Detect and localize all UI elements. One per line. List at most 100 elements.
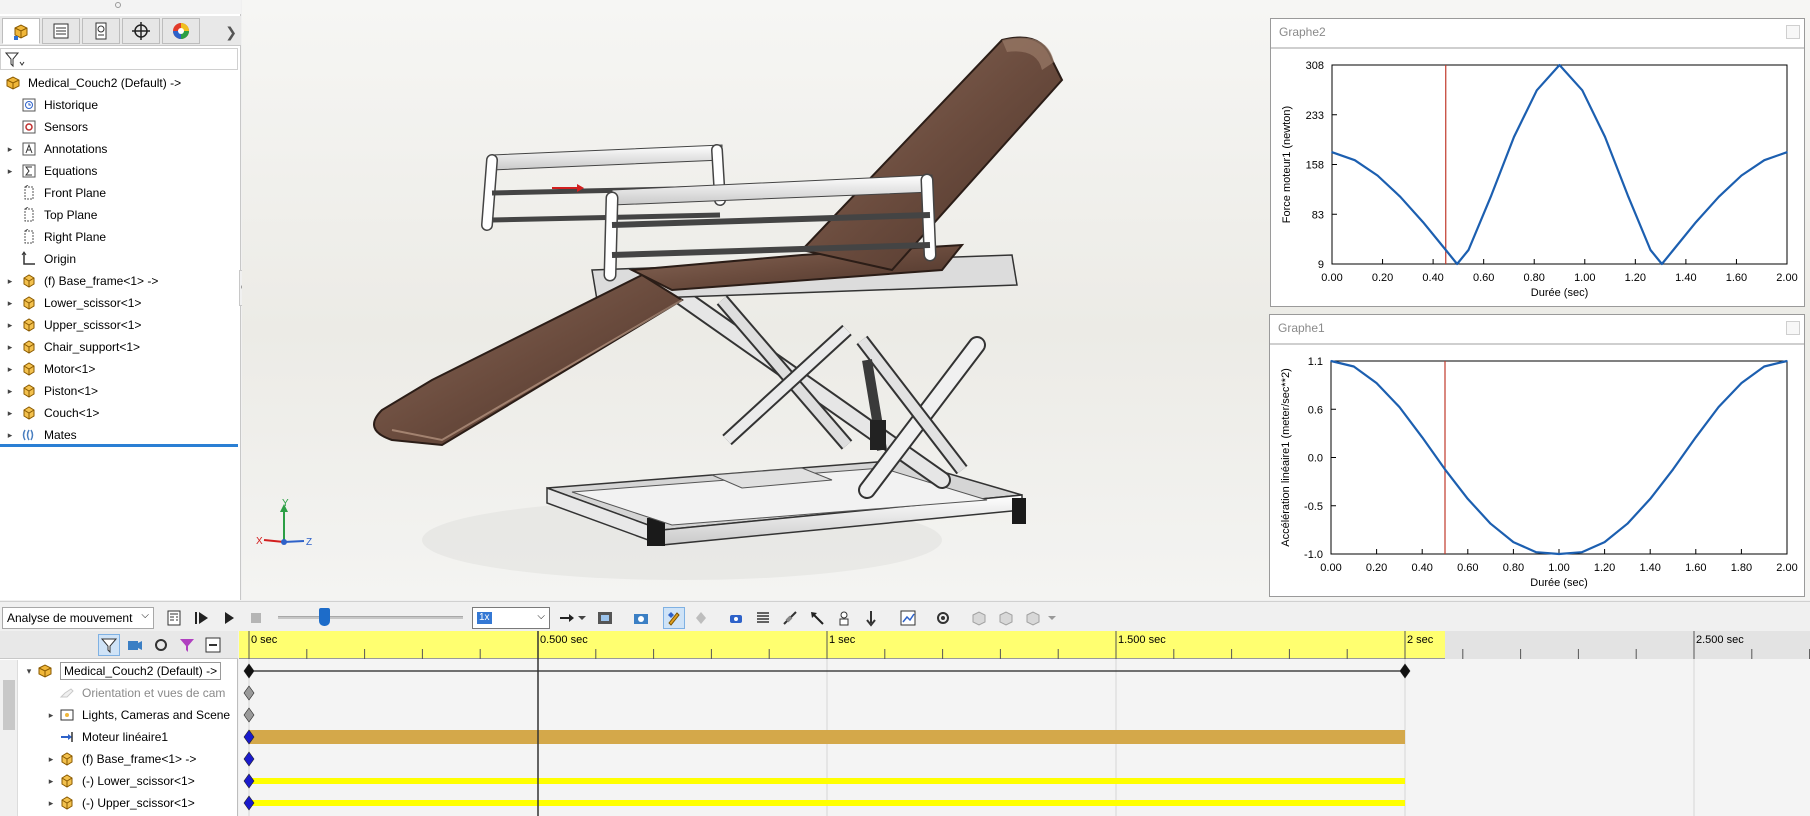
study-properties-button[interactable] (932, 607, 954, 629)
motion-tree-item[interactable]: ▸ (-) Lower_scissor<1> (0, 770, 238, 792)
tree-filter[interactable] (0, 48, 238, 70)
tree-item[interactable]: Historique (0, 94, 241, 116)
component-time-bar[interactable] (249, 778, 1405, 784)
tree-item[interactable]: Top Plane (0, 204, 241, 226)
key-point[interactable] (243, 773, 255, 789)
chevron-right-icon[interactable]: ❯ (225, 24, 237, 41)
expand-arrow-icon[interactable]: ▸ (0, 430, 20, 441)
expand-arrow-icon[interactable]: ▸ (0, 386, 20, 397)
rollback-bar[interactable] (0, 444, 238, 447)
collapse-tree-button[interactable] (202, 634, 224, 656)
playback-speed-select[interactable]: 1x ⌵ (472, 607, 550, 629)
key-point[interactable] (243, 685, 255, 701)
simulation-setup-button-3[interactable] (1022, 607, 1044, 629)
tree-item[interactable]: ▸ Lower_scissor<1> (0, 292, 241, 314)
arrow-right-icon (560, 614, 574, 622)
tree-item[interactable]: ▸ Upper_scissor<1> (0, 314, 241, 336)
expand-arrow-icon[interactable]: ▸ (0, 166, 20, 177)
appearance-tab[interactable] (162, 18, 200, 44)
playback-mode-button[interactable] (556, 607, 578, 629)
expand-arrow-icon[interactable]: ▸ (44, 798, 58, 809)
playback-slider-track[interactable] (278, 616, 463, 619)
part-icon (61, 774, 73, 788)
expand-arrow-icon[interactable]: ▸ (44, 776, 58, 787)
tree-item[interactable]: Right Plane (0, 226, 241, 248)
tree-item-label: Origin (44, 252, 77, 266)
motor-button[interactable] (725, 607, 747, 629)
play-from-start-button[interactable] (191, 607, 213, 629)
tree-item[interactable]: ▸ Motor<1> (0, 358, 241, 380)
expand-arrow-icon[interactable]: ▸ (0, 298, 20, 309)
motion-tree-item[interactable]: Orientation et vues de cam (0, 682, 238, 704)
motor-time-bar[interactable] (249, 730, 1405, 744)
tree-item[interactable]: Sensors (0, 116, 241, 138)
key-point[interactable] (243, 663, 255, 679)
tree-item[interactable]: ▸ Couch<1> (0, 402, 241, 424)
x-axis-label: Durée (sec) (1531, 287, 1588, 299)
animation-wizard-button[interactable] (630, 607, 652, 629)
tree-item[interactable]: ▸ Equations (0, 160, 241, 182)
expand-arrow-icon[interactable]: ▸ (44, 710, 58, 721)
key-point[interactable] (243, 751, 255, 767)
damper-button[interactable] (779, 607, 801, 629)
key-point[interactable] (243, 707, 255, 723)
study-type-select[interactable]: Analyse de mouvement ⌵ (2, 607, 154, 629)
graphics-viewport[interactable]: Y X Z Graphe2 308 233 158 83 9 0.00 0.20 0.40 0.… (242, 0, 1810, 600)
tree-item[interactable]: ▸ Annotations (0, 138, 241, 160)
motion-tree-item[interactable]: ▸ Lights, Cameras and Scene (0, 704, 238, 726)
panel-grip[interactable] (0, 0, 241, 14)
featuremanager-tab[interactable] (2, 18, 40, 44)
propertymanager-tab[interactable] (42, 18, 80, 44)
expand-arrow-icon[interactable]: ▸ (0, 408, 20, 419)
motion-tree-item[interactable]: Moteur linéaire1 (0, 726, 238, 748)
playback-mode-dropdown[interactable] (576, 607, 588, 629)
calculate-button[interactable] (164, 607, 186, 629)
timeline-tracks[interactable] (239, 631, 1810, 816)
tree-item[interactable]: Origin (0, 248, 241, 270)
tree-item[interactable]: ▸ Piston<1> (0, 380, 241, 402)
expand-arrow-icon[interactable]: ▸ (0, 320, 20, 331)
motion-tree-item[interactable]: ▾ Medical_Couch2 (Default) -> (0, 660, 238, 682)
close-icon[interactable] (1786, 25, 1800, 39)
play-button[interactable] (218, 607, 240, 629)
filter-results-button[interactable] (176, 634, 198, 656)
stop-button[interactable] (245, 607, 267, 629)
filter-driving-button[interactable] (124, 634, 146, 656)
graph-panel-acceleration[interactable]: Graphe1 1.1 0.6 0.0 -0.5 -1.0 0.00 0.20 0.40 0.6… (1269, 314, 1805, 597)
graph-panel-force[interactable]: Graphe2 308 233 158 83 9 0.00 0.20 0.40 0.60 0.80… (1270, 18, 1805, 307)
expand-arrow-icon[interactable]: ▸ (0, 342, 20, 353)
tree-item[interactable]: ▸ Mates (0, 424, 241, 446)
motion-tree-item[interactable]: ▸ (f) Base_frame<1> -> (0, 748, 238, 770)
force-button[interactable] (806, 607, 828, 629)
spring-button[interactable] (752, 607, 774, 629)
expand-arrow-icon[interactable]: ▸ (44, 754, 58, 765)
playback-slider-thumb[interactable] (319, 608, 331, 626)
key-point[interactable] (243, 795, 255, 811)
motion-tree-item[interactable]: ▸ (-) Upper_scissor<1> (0, 792, 238, 814)
expand-arrow-icon[interactable]: ▾ (22, 666, 36, 677)
filter-animated-button[interactable] (98, 634, 120, 656)
autokey-button[interactable] (663, 607, 685, 629)
contact-button[interactable] (833, 607, 855, 629)
gravity-button[interactable] (860, 607, 882, 629)
dimxpert-tab[interactable] (122, 18, 160, 44)
component-time-bar[interactable] (249, 800, 1405, 806)
simulation-setup-button-1[interactable] (968, 607, 990, 629)
configuration-tab[interactable] (82, 18, 120, 44)
close-icon[interactable] (1786, 321, 1800, 335)
add-key-button[interactable] (690, 607, 712, 629)
tree-item[interactable]: ▸ Chair_support<1> (0, 336, 241, 358)
results-plots-button[interactable] (897, 607, 919, 629)
tree-item[interactable]: Medical_Couch2 (Default) -> (0, 72, 241, 94)
save-animation-button[interactable] (594, 607, 616, 629)
simulation-setup-dropdown[interactable] (1046, 607, 1058, 629)
tree-item[interactable]: Front Plane (0, 182, 241, 204)
expand-arrow-icon[interactable]: ▸ (0, 276, 20, 287)
motion-timeline[interactable]: 0 sec 0.500 sec 1 sec 1.500 sec 2 sec 2.500 s… (239, 631, 1810, 816)
key-point[interactable] (1399, 663, 1411, 679)
expand-arrow-icon[interactable]: ▸ (0, 144, 20, 155)
simulation-setup-button-2[interactable] (995, 607, 1017, 629)
tree-item[interactable]: ▸ (f) Base_frame<1> -> (0, 270, 241, 292)
filter-selected-button[interactable] (150, 634, 172, 656)
expand-arrow-icon[interactable]: ▸ (0, 364, 20, 375)
